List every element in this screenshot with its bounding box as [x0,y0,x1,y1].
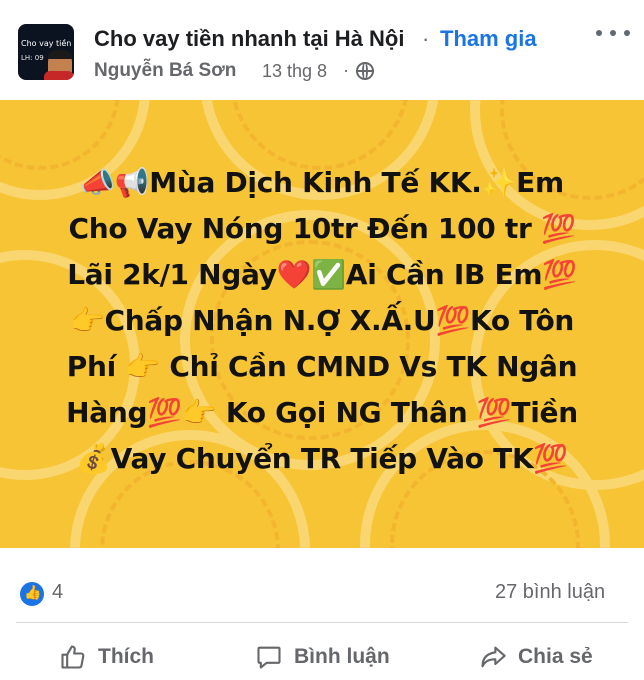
more-options-button[interactable] [596,20,630,46]
comment-button-label: Bình luận [294,645,390,668]
reaction-count[interactable]: 4 [52,581,63,604]
like-button[interactable]: Thích [58,640,154,674]
post-body-line: 📣📢Mùa Dịch Kinh Tế KK.✨Em [80,166,564,199]
globe-icon [356,62,374,80]
like-button-label: Thích [98,645,154,668]
post-body-line: 👉Chấp Nhận N.Ợ X.Ấ.U💯Ko Tôn [69,304,575,337]
avatar-person-hair [48,50,72,59]
post-body-line: Phí 👉 Chỉ Cần CMND Vs TK Ngân [66,350,578,383]
post-body-line: Cho Vay Nóng 10tr Đến 100 tr 💯 [68,212,576,245]
post-body-line: Hàng💯👉 Ko Gọi NG Thân 💯Tiền [66,396,578,429]
join-group-link[interactable]: Tham gia [440,26,537,52]
share-button[interactable]: Chia sẻ [478,640,593,674]
share-button-label: Chia sẻ [518,645,593,668]
group-avatar[interactable]: Cho vay tiền nhanh LH: 09 [18,24,74,80]
comment-count-link[interactable]: 27 bình luận [495,581,605,604]
more-dot-icon [596,30,602,36]
author-name-link[interactable]: Nguyễn Bá Sơn [94,60,236,82]
post-header: Cho vay tiền nhanh LH: 09 Cho vay tiền n… [0,0,644,100]
post-body-line: 💰Vay Chuyển TR Tiếp Vào TK💯 [76,442,568,475]
date-separator-dot: · [343,60,349,80]
post-body-text: 📣📢Mùa Dịch Kinh Tế KK.✨Em Cho Vay Nóng 1… [18,160,626,482]
thumbs-up-icon [58,642,88,672]
post-date-link[interactable]: 13 thg 8 [262,61,327,82]
avatar-text-line1: Cho vay tiền nhanh [21,39,74,48]
comment-bubble-icon [254,642,284,672]
group-name-link[interactable]: Cho vay tiền nhanh tại Hà Nội [94,26,404,52]
comment-button[interactable]: Bình luận [254,640,390,674]
avatar-text-line2: LH: 09 [21,54,44,62]
post-body-line: Lãi 2k/1 Ngày❤️✅Ai Cần IB Em💯 [67,258,577,291]
avatar-person-shirt [44,71,74,80]
more-dot-icon [624,30,630,36]
more-dot-icon [610,30,616,36]
like-reaction-icon[interactable] [20,582,44,606]
separator-dot: · [422,26,430,51]
share-arrow-icon [478,642,508,672]
actions-divider [16,622,628,623]
